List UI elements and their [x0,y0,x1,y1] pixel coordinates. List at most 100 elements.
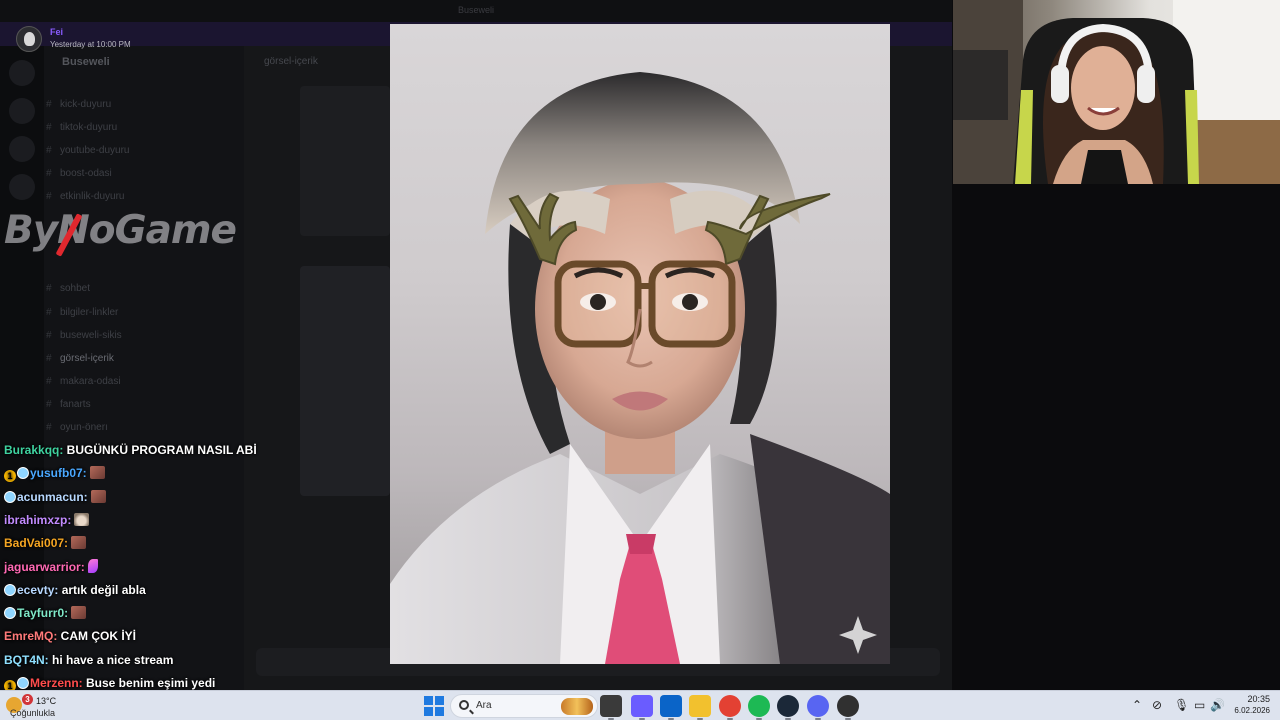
discord-titlebar: Buseweli [0,0,952,22]
channel-label: makara-odasi [60,376,121,387]
viewer-badge-icon [4,607,16,620]
chat-username[interactable]: ecevty: [17,583,58,597]
hash-icon: # [46,145,52,156]
hash-icon: # [46,122,52,133]
channel-item[interactable]: # oyun-önerı [46,421,180,435]
chat-text: artık değil abla [58,582,146,597]
microphone-icon[interactable]: 🎙 [1174,698,1189,712]
channel-item[interactable]: # fanarts [46,398,180,412]
hash-icon: # [46,353,52,364]
avatar [16,26,42,52]
channel-label: fanarts [60,399,91,410]
server-icon[interactable] [9,136,35,162]
server-icon[interactable] [9,60,35,86]
discord-window-title: Buseweli [457,5,495,15]
emote-icon [87,558,98,573]
channel-label: youtube-duyuru [60,145,130,156]
system-clock[interactable]: 20:35 6.02.2026 [1226,694,1270,715]
channel-item[interactable]: # sohbet [46,282,180,296]
discord-notification[interactable]: Fei Yesterday at 10:00 PM [14,24,174,52]
emote-icon [89,466,105,480]
copilot-icon[interactable] [631,695,653,720]
chat-text: CAM ÇOK İYİ [57,629,137,644]
channel-item[interactable]: # görsel-içerik [46,352,180,366]
chat-text: hi have a nice stream [48,652,174,667]
clock-time: 20:35 [1247,694,1270,704]
server-icon[interactable] [9,98,35,124]
chat-username[interactable]: BQT4N: [4,653,49,667]
chat-message: 1 yusufb07: [4,463,105,483]
chat-image-attachment[interactable] [300,86,390,236]
chat-message: jaguarwarrior: [4,557,98,577]
chat-text: BUGÜNKÜ PROGRAM NASIL ABİ [63,443,257,457]
search-highlight-icon [561,698,593,715]
channel-label: tiktok-duyuru [60,122,118,133]
obs-icon[interactable] [837,695,859,720]
store-icon[interactable] [660,695,682,720]
monitor-icon[interactable]: ▭ [1194,698,1205,712]
weather-condition: Çoğunlukla [10,708,56,718]
channel-item[interactable]: # buseweli-sikis [46,329,180,343]
chevron-up-icon[interactable]: ⌃ [1132,698,1142,712]
network-icon[interactable]: ⊘ [1152,698,1162,712]
chat-message: acunmacun: [4,487,106,507]
hash-icon: # [46,168,52,179]
taskbar-search[interactable]: Ara [450,694,598,718]
server-name[interactable]: Buseweli [62,56,110,68]
chrome-icon[interactable] [719,695,741,720]
spotify-icon[interactable] [748,695,770,720]
viewer-badge-icon [4,490,16,503]
stream-chat-overlay: Burakkqq: BUGÜNKÜ PROGRAM NASIL ABİ 1 yusu… [4,440,390,692]
speaker-icon[interactable]: 🔊 [1210,698,1225,712]
emote-icon [71,536,87,550]
viewer-badge-icon [17,677,29,689]
logo-text: ByNoGame [4,208,237,253]
chat-username[interactable]: Burakkqq: [4,443,63,457]
chat-message: Tayfurr0: [4,603,87,623]
chat-channel-title: görsel-içerik [264,56,318,67]
chat-username[interactable]: acunmacun: [17,490,88,504]
channel-item[interactable]: # boost-odasi [46,167,180,181]
channel-item[interactable]: # tiktok-duyuru [46,121,180,135]
hash-icon: # [46,283,52,294]
channel-label: bilgiler-linkler [60,307,119,318]
hash-icon: # [46,376,52,387]
weather-widget[interactable]: 3 13°C Çoğunlukla [4,693,94,719]
chat-message: BQT4N: hi have a nice stream [4,650,173,670]
sub-badge-icon: 1 [4,470,16,483]
chat-username[interactable]: ibrahimxzp: [4,513,71,527]
notification-time: Yesterday at 10:00 PM [50,40,131,49]
chat-username[interactable]: Merzenn: [30,676,83,690]
chat-username[interactable]: yusufb07: [30,466,87,480]
chat-username[interactable]: BadVai007: [4,536,68,550]
channel-label: görsel-içerik [60,353,114,364]
emote-icon [90,489,106,503]
chat-text: Buse benim eşimi yedi [82,676,216,690]
chat-username[interactable]: jaguarwarrior: [4,560,85,574]
steam-icon[interactable] [777,695,799,720]
start-button[interactable] [424,696,444,716]
chat-message: ecevty: artık değil abla [4,580,146,600]
channel-item[interactable]: # etkinlik-duyuru [46,190,180,204]
channel-item[interactable]: # youtube-duyuru [46,144,180,158]
channel-item[interactable]: # bilgiler-linkler [46,306,180,320]
channel-label: etkinlik-duyuru [60,191,125,202]
emote-icon [71,606,87,620]
search-placeholder: Ara [476,700,492,711]
server-icon[interactable] [9,174,35,200]
channel-item[interactable]: # kick-duyuru [46,98,180,112]
channel-label: sohbet [60,283,91,294]
windows-taskbar: 3 13°C Çoğunlukla Ara ⌃ ⊘ 🎙 ▭ 🔊 20:35 6.… [0,690,1280,720]
channel-item[interactable]: # makara-odasi [46,375,180,389]
hash-icon: # [46,307,52,318]
clock-date: 6.02.2026 [1234,706,1270,715]
hash-icon: # [46,399,52,410]
discord-icon[interactable] [807,695,829,720]
channel-label: boost-odasi [60,168,112,179]
chat-username[interactable]: Tayfurr0: [17,606,68,620]
chat-message: Burakkqq: BUGÜNKÜ PROGRAM NASIL ABİ [4,440,257,460]
folder-icon[interactable] [689,695,711,720]
chat-username[interactable]: EmreMQ: [4,629,57,643]
weather-badge: 3 [22,694,33,705]
file-explorer-icon[interactable] [600,695,622,720]
